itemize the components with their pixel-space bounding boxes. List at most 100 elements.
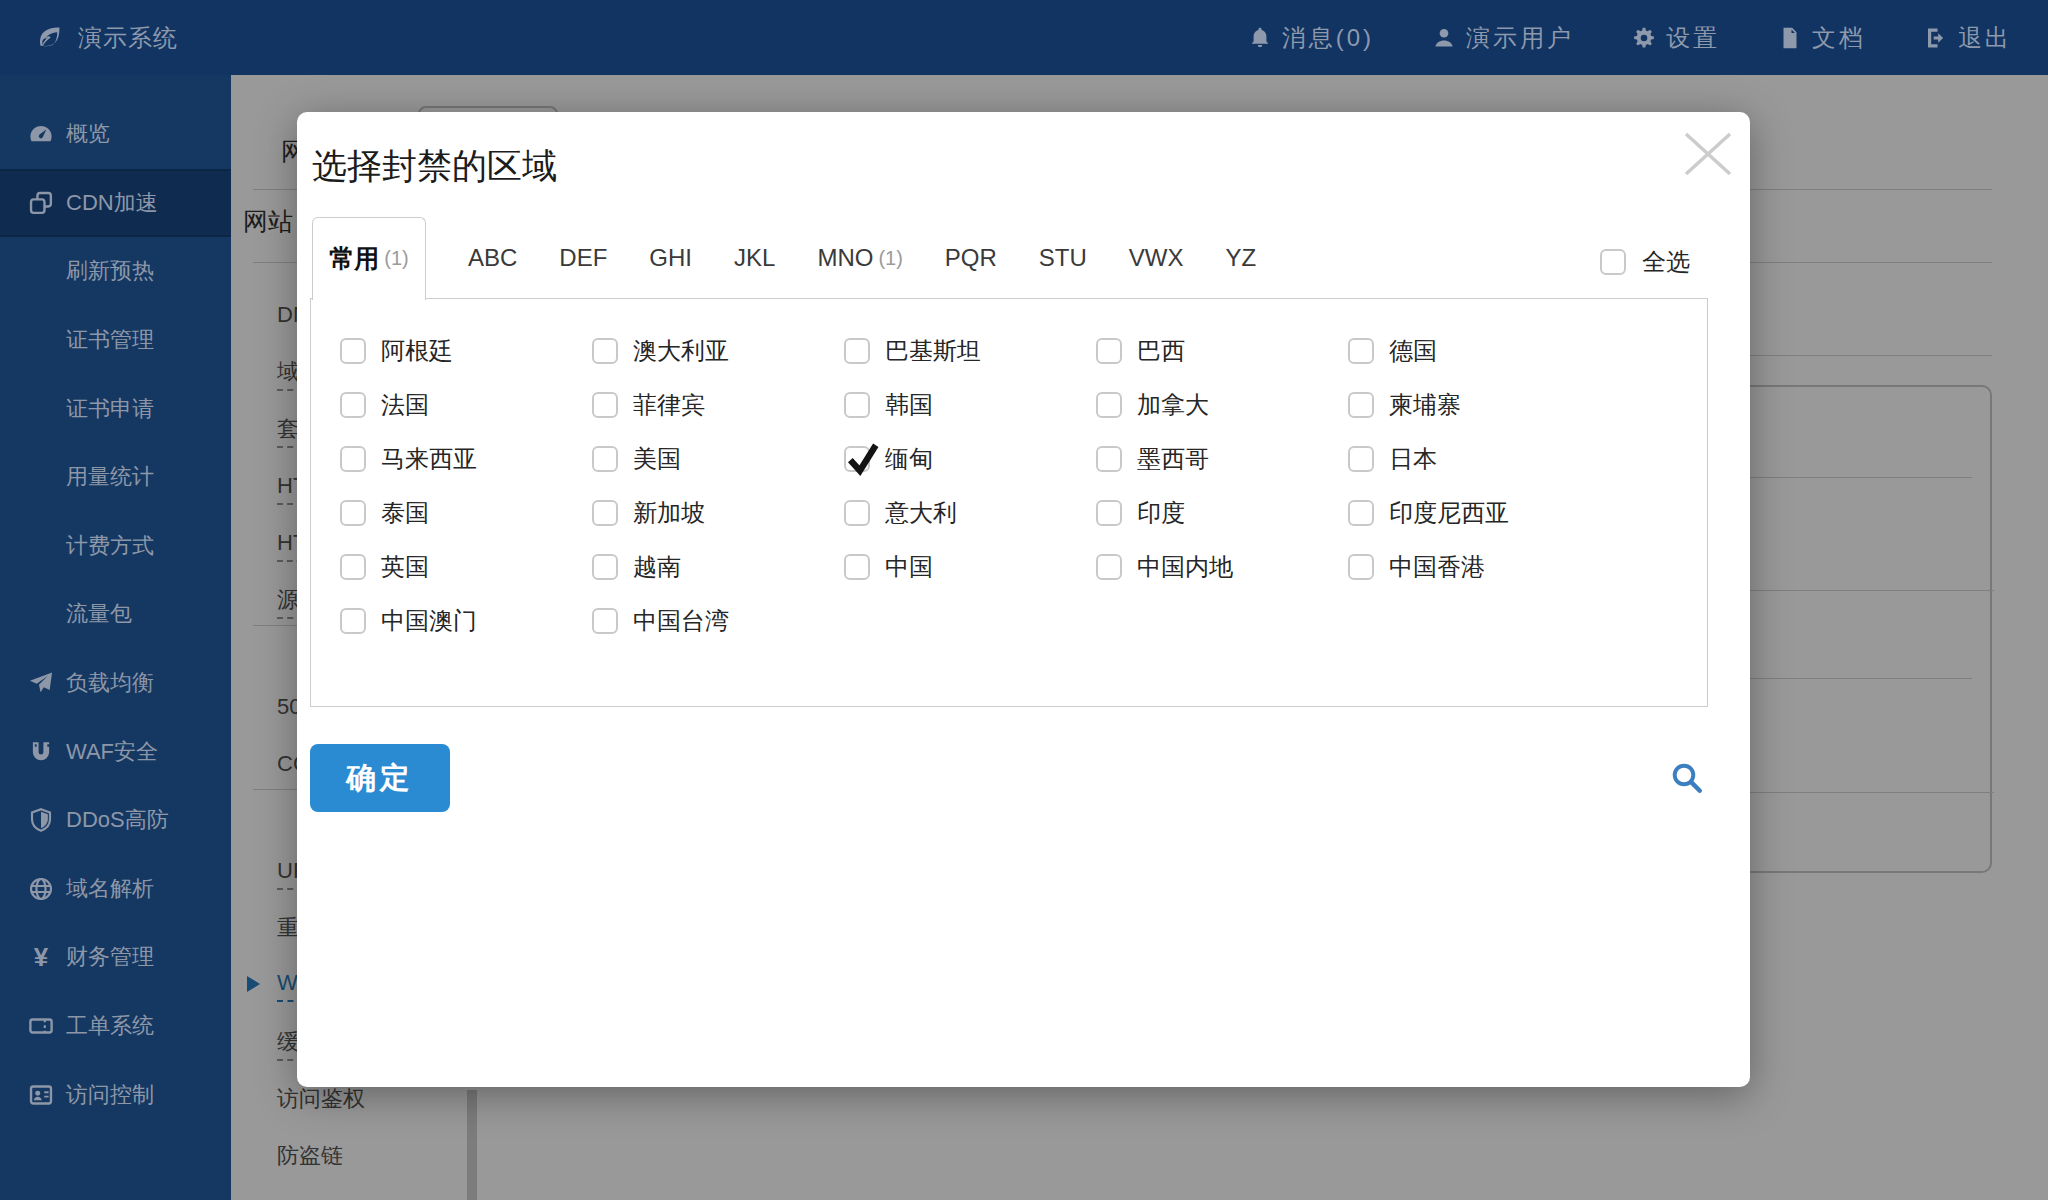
nav-item-user[interactable]: 演示用户 <box>1432 22 1574 54</box>
checkbox[interactable] <box>1348 338 1374 364</box>
sidebar-item-billing[interactable]: 计费方式 <box>0 512 231 581</box>
region-checkbox-巴基斯坦[interactable]: 巴基斯坦 <box>844 324 1096 378</box>
checkbox[interactable] <box>592 608 618 634</box>
region-checkbox-加拿大[interactable]: 加拿大 <box>1096 378 1348 432</box>
region-checkbox-泰国[interactable]: 泰国 <box>340 486 592 540</box>
select-all-box[interactable] <box>1600 249 1626 275</box>
search-icon[interactable] <box>1669 760 1705 796</box>
checkbox[interactable] <box>844 500 870 526</box>
nav-item-docs[interactable]: 文档 <box>1778 22 1866 54</box>
region-checkbox-马来西亚[interactable]: 马来西亚 <box>340 432 592 486</box>
sidebar-item-cdn[interactable]: CDN加速 <box>0 169 231 238</box>
region-block-modal: 选择封禁的区域 常用(1)ABCDEFGHIJKLMNO(1)PQRSTUVWX… <box>297 112 1750 1087</box>
checkbox[interactable] <box>844 338 870 364</box>
sidebar-item-tickets[interactable]: 工单系统 <box>0 992 231 1061</box>
sidebar-item-label: WAF安全 <box>66 737 158 767</box>
checkbox[interactable] <box>592 446 618 472</box>
checkbox[interactable] <box>592 554 618 580</box>
tab-GHI[interactable]: GHI <box>649 244 692 272</box>
region-checkbox-印度[interactable]: 印度 <box>1096 486 1348 540</box>
checkbox[interactable] <box>1096 500 1122 526</box>
region-checkbox-日本[interactable]: 日本 <box>1348 432 1600 486</box>
region-checkbox-中国[interactable]: 中国 <box>844 540 1096 594</box>
region-checkbox-意大利[interactable]: 意大利 <box>844 486 1096 540</box>
nav-item-settings[interactable]: 设置 <box>1632 22 1720 54</box>
checkbox[interactable] <box>340 446 366 472</box>
tab-VWX[interactable]: VWX <box>1129 244 1184 272</box>
tab-常用-active[interactable]: 常用(1) <box>312 217 426 300</box>
cdn-icon <box>28 190 54 216</box>
region-checkbox-中国澳门[interactable]: 中国澳门 <box>340 594 592 648</box>
region-checkbox-阿根廷[interactable]: 阿根廷 <box>340 324 592 378</box>
checkbox[interactable] <box>1348 446 1374 472</box>
checkbox[interactable] <box>844 554 870 580</box>
sidebar-item-label: 用量统计 <box>66 462 154 492</box>
doc-icon <box>1778 26 1802 50</box>
tab-STU[interactable]: STU <box>1039 244 1087 272</box>
checkbox[interactable] <box>340 338 366 364</box>
checkbox[interactable] <box>592 338 618 364</box>
checkbox[interactable] <box>844 446 870 472</box>
tab-JKL[interactable]: JKL <box>734 244 775 272</box>
region-checkbox-柬埔寨[interactable]: 柬埔寨 <box>1348 378 1600 432</box>
checkbox[interactable] <box>1348 392 1374 418</box>
region-checkbox-中国内地[interactable]: 中国内地 <box>1096 540 1348 594</box>
region-checkbox-新加坡[interactable]: 新加坡 <box>592 486 844 540</box>
checkbox[interactable] <box>340 500 366 526</box>
region-checkbox-缅甸[interactable]: 缅甸 <box>844 432 1096 486</box>
sidebar-item-dns[interactable]: 域名解析 <box>0 855 231 924</box>
sidebar-item-usage[interactable]: 用量统计 <box>0 443 231 512</box>
region-checkbox-德国[interactable]: 德国 <box>1348 324 1600 378</box>
checkbox[interactable] <box>340 608 366 634</box>
checkbox[interactable] <box>1096 446 1122 472</box>
region-checkbox-法国[interactable]: 法国 <box>340 378 592 432</box>
region-checkbox-美国[interactable]: 美国 <box>592 432 844 486</box>
region-checkbox-英国[interactable]: 英国 <box>340 540 592 594</box>
sidebar-item-access-control[interactable]: 访问控制 <box>0 1060 231 1129</box>
nav-item-messages[interactable]: 消息(0) <box>1248 22 1374 54</box>
checkbox[interactable] <box>340 554 366 580</box>
nav-item-label: 退出 <box>1958 22 2012 54</box>
select-all-checkbox[interactable]: 全选 <box>1600 246 1690 278</box>
region-checkbox-澳大利亚[interactable]: 澳大利亚 <box>592 324 844 378</box>
checkbox[interactable] <box>1348 554 1374 580</box>
close-icon[interactable] <box>1682 132 1734 176</box>
sidebar-item-load-balance[interactable]: 负载均衡 <box>0 649 231 718</box>
checkbox[interactable] <box>1348 500 1374 526</box>
sidebar-item-traffic-pack[interactable]: 流量包 <box>0 580 231 649</box>
confirm-button[interactable]: 确定 <box>310 744 450 812</box>
sidebar-item-overview[interactable]: 概览 <box>0 100 231 169</box>
region-checkbox-中国台湾[interactable]: 中国台湾 <box>592 594 844 648</box>
region-checkbox-巴西[interactable]: 巴西 <box>1096 324 1348 378</box>
checkbox[interactable] <box>592 500 618 526</box>
tab-PQR[interactable]: PQR <box>945 244 997 272</box>
region-checkbox-菲律宾[interactable]: 菲律宾 <box>592 378 844 432</box>
checkbox[interactable] <box>340 392 366 418</box>
checkbox[interactable] <box>592 392 618 418</box>
sidebar-item-waf[interactable]: WAF安全 <box>0 717 231 786</box>
region-checkbox-越南[interactable]: 越南 <box>592 540 844 594</box>
sidebar-item-cert-apply[interactable]: 证书申请 <box>0 374 231 443</box>
gauge-icon <box>28 121 54 147</box>
sidebar-item-finance[interactable]: ¥财务管理 <box>0 923 231 992</box>
top-navbar: 演示系统 消息(0)演示用户设置文档退出 <box>0 0 2048 75</box>
checkbox[interactable] <box>1096 392 1122 418</box>
gear-icon <box>1632 26 1656 50</box>
region-checkbox-韩国[interactable]: 韩国 <box>844 378 1096 432</box>
sidebar-item-label: 工单系统 <box>66 1011 154 1041</box>
nav-item-label: 文档 <box>1812 22 1866 54</box>
region-checkbox-墨西哥[interactable]: 墨西哥 <box>1096 432 1348 486</box>
tab-MNO[interactable]: MNO(1) <box>817 244 902 272</box>
tab-ABC[interactable]: ABC <box>468 244 517 272</box>
sidebar-item-ddos[interactable]: DDoS高防 <box>0 786 231 855</box>
nav-item-logout[interactable]: 退出 <box>1924 22 2012 54</box>
tab-DEF[interactable]: DEF <box>559 244 607 272</box>
checkbox[interactable] <box>1096 554 1122 580</box>
sidebar-item-cert-manage[interactable]: 证书管理 <box>0 306 231 375</box>
region-checkbox-中国香港[interactable]: 中国香港 <box>1348 540 1600 594</box>
checkbox[interactable] <box>844 392 870 418</box>
checkbox[interactable] <box>1096 338 1122 364</box>
tab-YZ[interactable]: YZ <box>1226 244 1257 272</box>
sidebar-item-refresh[interactable]: 刷新预热 <box>0 237 231 306</box>
region-checkbox-印度尼西亚[interactable]: 印度尼西亚 <box>1348 486 1600 540</box>
